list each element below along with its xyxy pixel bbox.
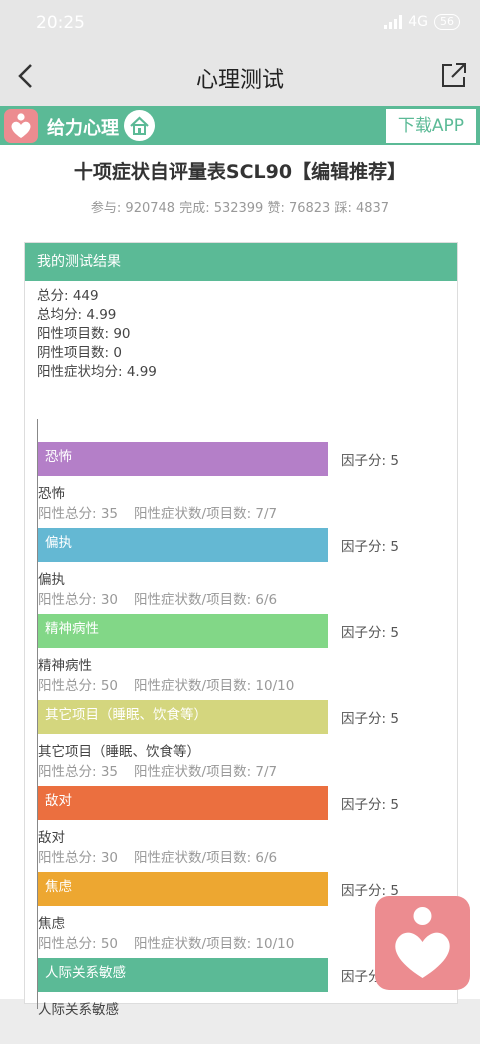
share-icon[interactable] [440,61,468,89]
factor-name: 其它项目（睡眠、饮食等） [38,744,200,760]
positive-ratio: 阳性症状数/项目数: 7/7 [134,764,278,780]
factor-bar: 其它项目（睡眠、饮食等） [38,700,328,734]
floating-heart-logo-icon[interactable] [375,896,470,990]
result-card-header: 我的测试结果 [25,243,457,281]
result-card: 我的测试结果 总分: 449 总均分: 4.99 阳性项目数: 90 阴性项目数… [24,242,458,1018]
positive-total: 阳性总分: 30 [38,850,119,866]
positive-total: 阳性总分: 30 [38,592,119,608]
factor-detail: 阳性总分: 50 阳性症状数/项目数: 10/10 [38,674,294,694]
brand-name[interactable]: 给力心理 [47,114,119,140]
factor-item: 偏执 因子分: 5 偏执 阳性总分: 30 阳性症状数/项目数: 6/6 [38,528,458,614]
positive-ratio: 阳性症状数/项目数: 10/10 [134,678,295,694]
main-content: 十项症状自评量表SCL90【编辑推荐】 参与: 920748 完成: 53239… [0,145,480,1018]
test-title: 十项症状自评量表SCL90【编辑推荐】 [73,161,407,183]
positive-ratio: 阳性症状数/项目数: 10/10 [134,936,295,952]
summary-negative-count: 阴性项目数: 0 [37,345,122,361]
positive-total: 阳性总分: 35 [38,764,119,780]
factor-bar: 敌对 [38,786,328,820]
download-app-button[interactable]: 下载APP [386,109,476,143]
factor-item: 恐怖 因子分: 5 恐怖 阳性总分: 35 阳性症状数/项目数: 7/7 [38,442,458,528]
network-label: 4G [408,14,428,30]
positive-total: 阳性总分: 50 [38,936,119,952]
factor-score: 因子分: 5 [341,539,399,555]
factor-detail: 阳性总分: 35 阳性症状数/项目数: 7/7 [38,502,277,522]
factor-bar: 焦虑 [38,872,328,906]
summary-positive-average: 阳性症状均分: 4.99 [37,364,157,380]
summary-positive-count: 阳性项目数: 90 [37,326,131,342]
summary-average: 总均分: 4.99 [37,307,117,323]
factor-detail: 阳性总分: 30 阳性症状数/项目数: 6/6 [38,846,277,866]
status-time: 20:25 [36,13,85,33]
positive-ratio: 阳性症状数/项目数: 6/6 [134,592,278,608]
brand-bar: 给力心理 下载APP [0,106,480,145]
positive-total: 阳性总分: 50 [38,678,119,694]
factor-name: 焦虑 [38,916,65,932]
factor-name: 人际关系敏感 [38,1002,119,1018]
factor-detail: 阳性总分: 30 阳性症状数/项目数: 6/6 [38,588,277,608]
factor-item: 敌对 因子分: 5 敌对 阳性总分: 30 阳性症状数/项目数: 6/6 [38,786,458,872]
page-title: 心理测试 [195,68,284,93]
factor-score: 因子分: 5 [341,797,399,813]
positive-ratio: 阳性症状数/项目数: 6/6 [134,850,278,866]
nav-bar: 心理测试 [0,48,480,106]
factor-score: 因子分: 5 [341,453,399,469]
factor-bar: 偏执 [38,528,328,562]
summary-total: 总分: 449 [37,288,99,304]
factor-bar: 人际关系敏感 [38,958,328,992]
factor-detail: 阳性总分: 50 阳性症状数/项目数: 10/10 [38,932,294,952]
heart-logo-icon[interactable] [4,109,38,143]
result-summary: 总分: 449 总均分: 4.99 阳性项目数: 90 阴性项目数: 0 阳性症… [37,287,157,382]
factor-score: 因子分: 5 [341,625,399,641]
positive-ratio: 阳性症状数/项目数: 7/7 [134,506,278,522]
factor-item: 其它项目（睡眠、饮食等） 因子分: 5 其它项目（睡眠、饮食等） 阳性总分: 3… [38,700,458,786]
signal-icon [384,15,403,29]
factor-item: 精神病性 因子分: 5 精神病性 阳性总分: 50 阳性症状数/项目数: 10/1… [38,614,458,700]
positive-total: 阳性总分: 35 [38,506,119,522]
factor-name: 偏执 [38,572,65,588]
factor-name: 敌对 [38,830,65,846]
battery-icon: 56 [434,14,460,30]
status-icons: 4G 56 [384,14,460,30]
home-icon[interactable] [124,110,155,141]
factor-name: 精神病性 [38,658,92,674]
factor-detail: 阳性总分: 35 阳性症状数/项目数: 7/7 [38,760,277,780]
factor-bar: 精神病性 [38,614,328,648]
status-bar: 20:25 4G 56 [0,0,480,48]
test-stats: 参与: 920748 完成: 532399 赞: 76823 踩: 4837 [90,201,390,216]
factor-bar: 恐怖 [38,442,328,476]
factor-score: 因子分: 5 [341,711,399,727]
factor-name: 恐怖 [38,486,65,502]
